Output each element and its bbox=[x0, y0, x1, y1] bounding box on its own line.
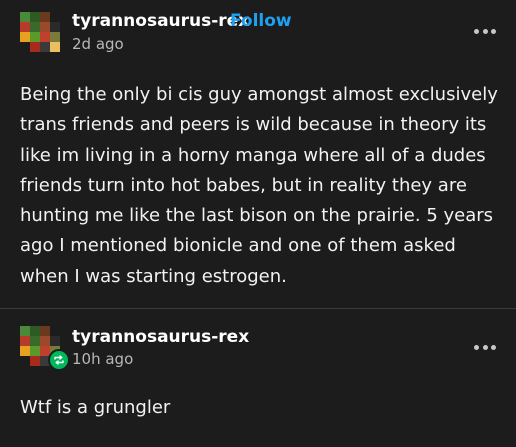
reblog-post: tyrannosaurus-rex 10h ago Wtf is a grung… bbox=[0, 309, 516, 447]
more-options-icon[interactable] bbox=[474, 29, 496, 35]
reblog-username[interactable]: tyrannosaurus-rex bbox=[72, 327, 249, 347]
reblog-body: Wtf is a grungler bbox=[20, 397, 171, 418]
post-username[interactable]: tyrannosaurus-rex bbox=[72, 11, 249, 31]
reblog-timestamp[interactable]: 10h ago bbox=[72, 350, 133, 368]
original-post: tyrannosaurus-rex Follow 2d ago Being th… bbox=[0, 0, 516, 308]
reblog-icon bbox=[48, 349, 70, 371]
follow-button[interactable]: Follow bbox=[230, 11, 292, 31]
more-options-icon[interactable] bbox=[474, 345, 496, 351]
post-timestamp[interactable]: 2d ago bbox=[72, 35, 124, 53]
post-body: Being the only bi cis guy amongst almost… bbox=[20, 84, 498, 287]
avatar[interactable] bbox=[20, 12, 60, 52]
